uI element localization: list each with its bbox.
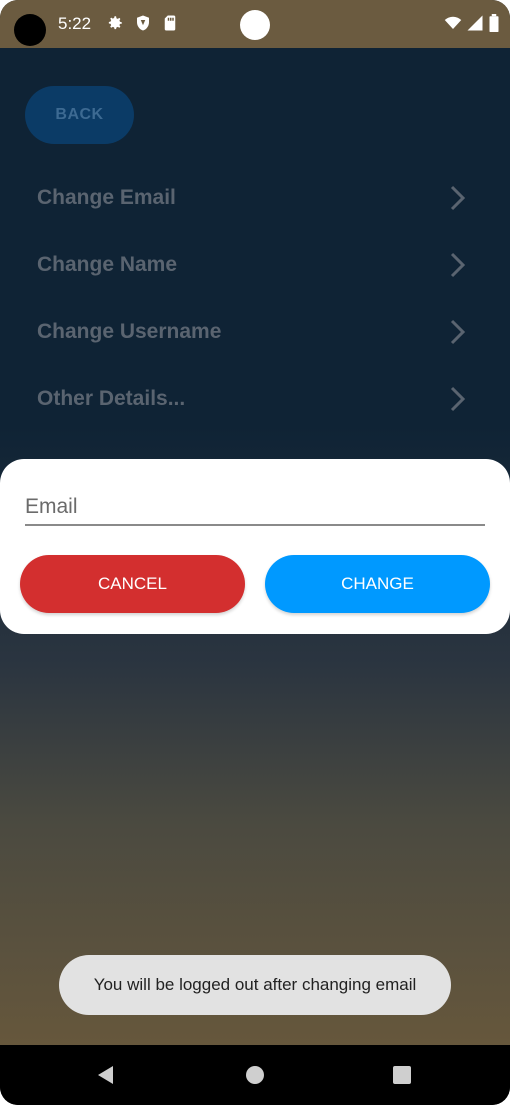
camera-cutout [14,14,46,46]
back-button[interactable]: BACK [25,86,134,144]
menu-item-change-email[interactable]: Change Email [0,168,510,228]
toast-message: You will be logged out after changing em… [59,955,451,1015]
recents-square-icon[interactable] [391,1064,413,1086]
status-time: 5:22 [58,14,92,33]
settings-icon [108,16,122,30]
chevron-right-icon [450,319,466,345]
menu-item-label: Change Email [37,186,176,209]
chevron-right-icon [450,252,466,278]
chevron-right-icon [450,386,466,412]
shield-icon [137,15,149,31]
email-field[interactable] [25,490,485,526]
phone-frame: 5:22 BACK Change Email Change Name Chang… [0,0,510,1105]
menu-item-label: Change Username [37,320,222,343]
chevron-right-icon [450,185,466,211]
menu-item-change-name[interactable]: Change Name [0,235,510,295]
battery-icon [489,14,499,32]
signal-icon [467,15,483,31]
menu-item-change-username[interactable]: Change Username [0,302,510,362]
menu-item-other-details[interactable]: Other Details... [0,369,510,429]
status-bar: 5:22 [0,0,510,48]
menu-item-label: Change Name [37,253,178,276]
home-circle-icon[interactable] [244,1064,266,1086]
status-indicator-dot [240,10,270,40]
change-email-dialog: CANCEL CHANGE [0,459,510,634]
sim-card-icon [164,15,176,31]
change-button[interactable]: CHANGE [265,555,490,613]
back-triangle-icon[interactable] [95,1064,117,1086]
settings-screen: BACK Change Email Change Name Change Use… [0,48,510,1045]
menu-item-label: Other Details... [37,387,186,410]
wifi-icon [444,16,462,29]
cancel-button[interactable]: CANCEL [20,555,245,613]
navigation-bar [0,1045,510,1105]
